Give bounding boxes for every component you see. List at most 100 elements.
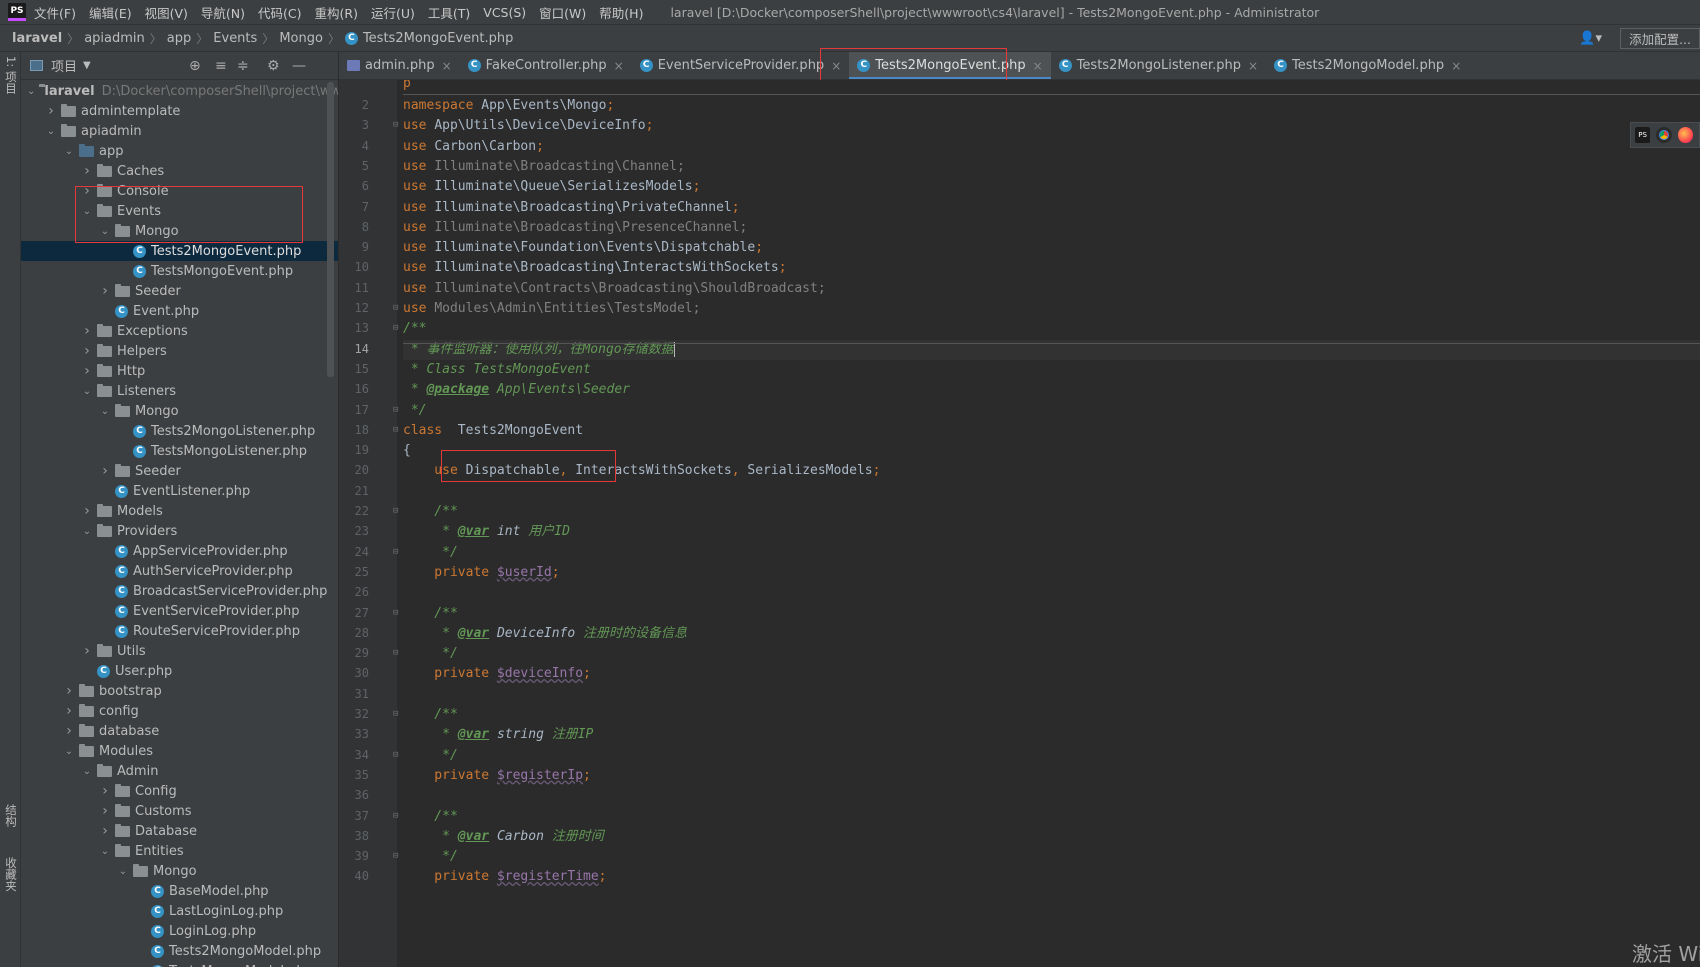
close-icon[interactable]: × [1451,59,1461,73]
tree-file-item[interactable]: C LoginLog.php [21,921,338,941]
chevron-down-icon[interactable]: ⌄ [81,766,93,777]
gear-icon[interactable]: ⚙ [267,58,280,74]
chevron-right-icon[interactable]: › [81,363,93,379]
fold-marker-icon[interactable]: ⊟ [393,303,398,313]
tree-file-item[interactable]: C LastLoginLog.php [21,901,338,921]
tree-folder-item[interactable]: ⌄ Entities [21,841,338,861]
chevron-right-icon[interactable]: › [81,503,93,519]
tree-folder-item[interactable]: ⌄ Mongo [21,401,338,421]
tree-file-item[interactable]: C EventServiceProvider.php [21,601,338,621]
fold-marker-icon[interactable]: ⊟ [393,506,398,516]
chevron-down-icon[interactable]: ⌄ [99,846,111,857]
editor-tab[interactable]: C FakeController.php × [460,52,632,79]
project-tool-tab[interactable]: 1: 项目 [2,56,19,94]
fold-marker-icon[interactable]: ⊟ [393,608,398,618]
menu-view[interactable]: 视图(V) [145,3,188,22]
fold-marker-icon[interactable]: ⊟ [393,425,398,435]
chevron-right-icon[interactable]: › [81,323,93,339]
tree-folder-item[interactable]: › bootstrap [21,681,338,701]
chevron-down-icon[interactable]: ⌄ [45,126,57,137]
tree-root-laravel[interactable]: ⌄ laravel D:\Docker\composerShell\project\… [21,81,338,101]
breadcrumb-file[interactable]: Tests2MongoEvent.php [363,31,513,46]
tree-file-item[interactable]: C BaseModel.php [21,881,338,901]
editor-tab[interactable]: admin.php × [339,52,460,79]
menu-refactor[interactable]: 重构(R) [315,3,358,22]
chevron-down-icon[interactable]: ⌄ [81,526,93,537]
project-scrollbar[interactable] [327,82,334,377]
fold-marker-icon[interactable]: ⊟ [393,648,398,658]
chevron-right-icon[interactable]: › [81,343,93,359]
chevron-right-icon[interactable]: › [63,703,75,719]
tree-folder-item[interactable]: ⌄ Modules [21,741,338,761]
fold-marker-icon[interactable]: ⊟ [393,405,398,415]
tree-file-item[interactable]: C TestsMongoListener.php [21,441,338,461]
tree-file-item[interactable]: C AppServiceProvider.php [21,541,338,561]
add-configuration-button[interactable]: 添加配置... [1620,28,1700,49]
chevron-right-icon[interactable]: › [63,683,75,699]
close-icon[interactable]: × [1248,59,1258,73]
close-icon[interactable]: × [614,59,624,73]
expand-all-icon[interactable]: ≑ [237,58,249,74]
tree-folder-item[interactable]: ⌄ Mongo [21,861,338,881]
tree-file-item[interactable]: C Tests2MongoEvent.php [21,241,338,261]
editor-tab[interactable]: C Tests2MongoListener.php × [1051,52,1266,79]
fold-marker-icon[interactable]: ⊟ [393,750,398,760]
tree-folder-item[interactable]: › Customs [21,801,338,821]
tree-folder-item[interactable]: › database [21,721,338,741]
chevron-right-icon[interactable]: › [81,163,93,179]
user-dropdown-icon[interactable]: 👤▾ [1579,31,1602,46]
hide-panel-icon[interactable]: — [292,58,306,74]
chevron-down-icon[interactable]: ▼ [83,60,91,71]
tree-file-item[interactable]: C Event.php [21,301,338,321]
chevron-right-icon[interactable]: › [63,723,75,739]
chevron-down-icon[interactable]: ⌄ [63,146,75,157]
breadcrumb-laravel[interactable]: laravel [12,31,62,46]
menu-navigate[interactable]: 导航(N) [201,3,245,22]
chevron-down-icon[interactable]: ⌄ [81,386,93,397]
menu-file[interactable]: 文件(F) [34,3,76,22]
menu-code[interactable]: 代码(C) [258,3,301,22]
editor-tab[interactable]: C EventServiceProvider.php × [632,52,850,79]
tree-folder-item[interactable]: › Seeder [21,461,338,481]
tree-file-item[interactable]: C User.php [21,661,338,681]
tree-folder-item[interactable]: ⌄ apiadmin [21,121,338,141]
breadcrumb-app[interactable]: app [167,31,191,46]
tree-file-item[interactable]: C Tests2MongoListener.php [21,421,338,441]
breadcrumb-apiadmin[interactable]: apiadmin [84,31,145,46]
tree-folder-item[interactable]: › config [21,701,338,721]
menu-tools[interactable]: 工具(T) [428,3,470,22]
tree-folder-item[interactable]: ⌄ Providers [21,521,338,541]
menu-vcs[interactable]: VCS(S) [483,5,526,20]
tree-file-item[interactable]: C RouteServiceProvider.php [21,621,338,641]
tree-folder-item[interactable]: › Seeder [21,281,338,301]
tree-file-item[interactable]: C AuthServiceProvider.php [21,561,338,581]
chevron-right-icon[interactable]: › [99,283,111,299]
fold-marker-icon[interactable]: ⊟ [393,120,398,130]
fold-marker-icon[interactable]: ⊟ [393,323,398,333]
tree-folder-item[interactable]: › Config [21,781,338,801]
fold-marker-icon[interactable]: ⊟ [393,547,398,557]
breadcrumb-mongo[interactable]: Mongo [279,31,323,46]
fold-marker-icon[interactable]: ⊟ [393,811,398,821]
code-editor[interactable]: 2 3 ⊟ 4 5 6 7 8 9 10 11 12 ⊟ 13 ⊟ 14 15 16 17 ⊟ 18 ⊟ 19 20 21 22 ⊟… [339,80,1700,967]
tree-folder-item[interactable]: › Utils [21,641,338,661]
chevron-right-icon[interactable]: › [99,803,111,819]
close-icon[interactable]: × [442,59,452,73]
chevron-right-icon[interactable]: › [45,103,57,119]
menu-run[interactable]: 运行(U) [371,3,415,22]
chevron-down-icon[interactable]: ⌄ [27,86,35,97]
tree-file-item[interactable]: C Tests2MongoModel.php [21,941,338,961]
chevron-down-icon[interactable]: ⌄ [117,866,129,877]
close-icon[interactable]: × [1033,59,1043,73]
tree-file-item[interactable]: C TestsMongoEvent.php [21,261,338,281]
fold-marker-icon[interactable]: ⊟ [393,709,398,719]
tree-folder-item[interactable]: › Http [21,361,338,381]
tree-folder-item[interactable]: › Database [21,821,338,841]
collapse-all-icon[interactable]: ≡ [215,58,227,74]
breadcrumb-events[interactable]: Events [213,31,257,46]
locate-icon[interactable]: ⊕ [189,58,201,74]
chevron-right-icon[interactable]: › [81,643,93,659]
firefox-icon[interactable] [1677,127,1693,143]
tree-file-item[interactable]: C BroadcastServiceProvider.php [21,581,338,601]
chevron-right-icon[interactable]: › [99,783,111,799]
